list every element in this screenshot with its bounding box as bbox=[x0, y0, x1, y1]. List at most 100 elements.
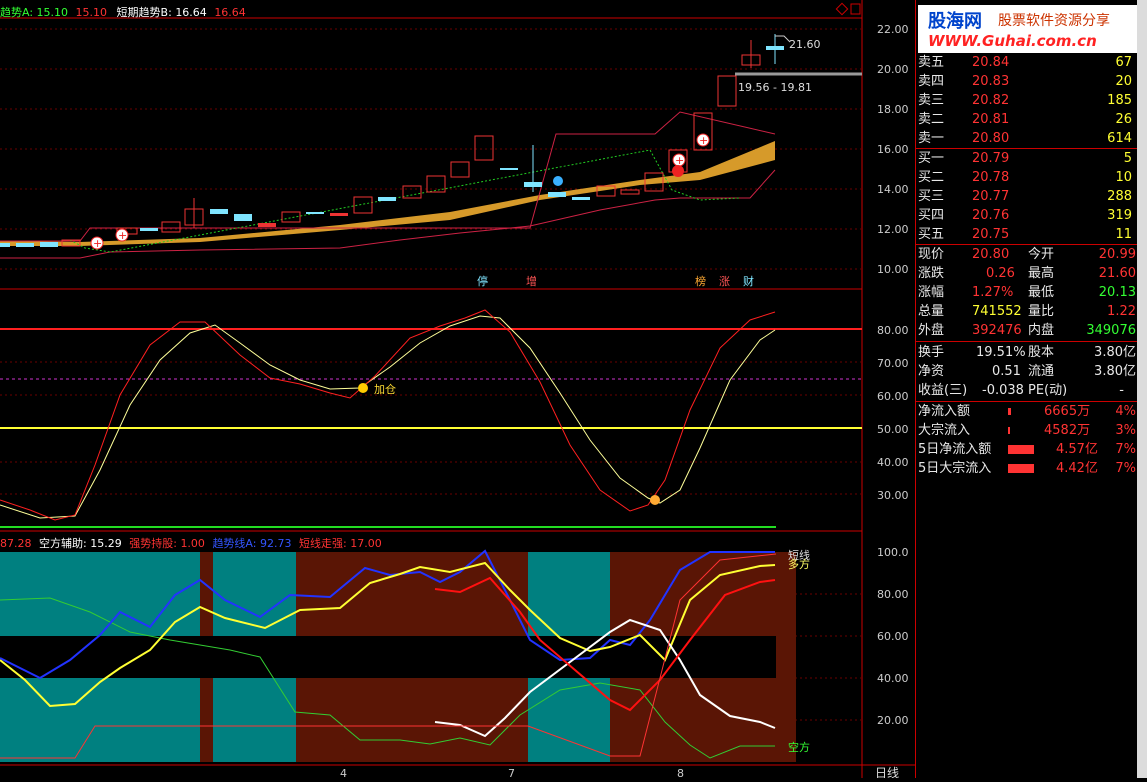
long-side-label: 多方 bbox=[788, 557, 810, 571]
svg-text:+: + bbox=[675, 154, 684, 167]
bid-label: 买四 bbox=[918, 208, 945, 223]
period-label[interactable]: 日线 bbox=[875, 766, 899, 780]
bid-row-2: 买二 20.78 10 bbox=[916, 168, 1138, 187]
ask-label: 卖三 bbox=[918, 93, 945, 108]
stat-value: 3.80亿 bbox=[1094, 364, 1136, 379]
svg-text:+: + bbox=[93, 237, 102, 250]
trend-ribbon bbox=[0, 141, 775, 246]
chart-svg[interactable]: 22.00 20.00 18.00 16.00 14.00 12.00 10.0… bbox=[0, 0, 915, 780]
bottom-tick: 60.00 bbox=[877, 630, 909, 643]
flow-row: 5日大宗流入 4.42亿 7% bbox=[916, 459, 1138, 478]
flow-row: 5日净流入额 4.57亿 7% bbox=[916, 440, 1138, 459]
ask-row-3: 卖三 20.82 185 bbox=[916, 91, 1138, 110]
bottom-v0: 87.28 bbox=[0, 537, 32, 550]
short-side-label: 空方 bbox=[788, 740, 810, 754]
bid-price: 20.76 bbox=[972, 208, 1010, 223]
stat-row: 现价 20.80 今开 20.99 bbox=[916, 245, 1138, 264]
ask-price: 20.81 bbox=[972, 112, 1010, 127]
guhai-logo: 股海网 股票软件资源分享 WWW.Guhai.com.cn bbox=[918, 5, 1137, 53]
flow-pct: 7% bbox=[1115, 461, 1136, 476]
ask-price: 20.80 bbox=[972, 131, 1010, 146]
flow-label: 5日大宗流入 bbox=[918, 461, 992, 476]
stat-label: 涨跌 bbox=[918, 266, 945, 281]
osc-signal-dot bbox=[650, 495, 660, 505]
stat-value: 3.80亿 bbox=[1094, 345, 1136, 360]
osc-tick: 60.00 bbox=[877, 390, 909, 403]
ask-label: 卖二 bbox=[918, 112, 945, 127]
ask-volume: 614 bbox=[1107, 131, 1132, 146]
price-tick: 10.00 bbox=[877, 263, 909, 276]
strong-hold-label: 强势持股: bbox=[129, 537, 177, 550]
quote-panel: 卖五 20.84 67 卖四 20.83 20 卖三 20.82 185 卖二 … bbox=[915, 0, 1138, 778]
short-strong-value: 17.00 bbox=[350, 537, 382, 550]
green-dotted bbox=[69, 149, 741, 253]
stat-row: 涨幅 1.27% 最低 20.13 bbox=[916, 283, 1138, 302]
price-tick: 20.00 bbox=[877, 63, 909, 76]
flow-value: 4.42亿 bbox=[1056, 461, 1098, 476]
osc-red-line bbox=[0, 309, 776, 521]
logo-url: WWW.Guhai.com.cn bbox=[928, 32, 1097, 50]
trend-b-value2: 16.64 bbox=[214, 6, 246, 19]
stat-value: 1.22 bbox=[1107, 304, 1136, 319]
stat-label: 流通 bbox=[1028, 364, 1055, 379]
stat-row: 涨跌 0.26 最高 21.60 bbox=[916, 264, 1138, 283]
stat-label: 股本 bbox=[1028, 345, 1055, 360]
ask-row-1: 卖一 20.80 614 bbox=[916, 129, 1138, 148]
flow-pct: 7% bbox=[1115, 442, 1136, 457]
event-marker: 榜 bbox=[695, 274, 706, 288]
ask-volume: 185 bbox=[1107, 93, 1132, 108]
bottom-indicator-header: 87.28 空方辅助: 15.29 强势持股: 1.00 趋势线A: 92.73… bbox=[0, 535, 382, 551]
ask-row-5: 卖五 20.84 67 bbox=[916, 53, 1138, 72]
price-tick: 12.00 bbox=[877, 223, 909, 236]
stat-label: 今开 bbox=[1028, 247, 1055, 262]
event-marker: 增 bbox=[526, 274, 537, 288]
event-marker: 停 bbox=[477, 274, 488, 288]
bid-volume: 11 bbox=[1115, 227, 1132, 242]
stat-value: 20.80 bbox=[972, 247, 1010, 262]
diamond-icon[interactable] bbox=[835, 2, 849, 16]
stat-value: 349076 bbox=[1086, 323, 1136, 338]
osc-tick: 70.00 bbox=[877, 357, 909, 370]
osc-axis: 80.00 70.00 60.00 50.00 40.00 30.00 bbox=[877, 324, 909, 502]
ask-row-2: 卖二 20.81 26 bbox=[916, 110, 1138, 129]
flow-bar bbox=[1008, 427, 1010, 434]
stat-label: PE(动) bbox=[1028, 383, 1068, 398]
ask-price: 20.82 bbox=[972, 93, 1010, 108]
logo-title: 股海网 bbox=[928, 11, 982, 32]
trend-line-label: 趋势线A: bbox=[212, 537, 257, 550]
bid-label: 买三 bbox=[918, 189, 945, 204]
candles bbox=[0, 34, 784, 247]
flow-pct: 4% bbox=[1115, 404, 1136, 419]
trend-line-value: 92.73 bbox=[259, 537, 292, 550]
stat-label: 换手 bbox=[918, 345, 945, 360]
flow-pct: 3% bbox=[1115, 423, 1136, 438]
flow-value: 4.57亿 bbox=[1056, 442, 1098, 457]
price-tick: 18.00 bbox=[877, 103, 909, 116]
stat2-row: 换手 19.51% 股本 3.80亿 bbox=[916, 343, 1138, 362]
bottom-tick: 80.00 bbox=[877, 588, 909, 601]
x-axis: 4 7 8 bbox=[340, 767, 684, 780]
stat-label: 总量 bbox=[918, 304, 945, 319]
bid-row-3: 买三 20.77 288 bbox=[916, 187, 1138, 206]
stat2-row: 收益(三) -0.038 PE(动) - bbox=[916, 381, 1138, 400]
ask-volume: 67 bbox=[1115, 55, 1132, 70]
logo-subtitle: 股票软件资源分享 bbox=[998, 13, 1110, 29]
bid-row-5: 买五 20.75 11 bbox=[916, 225, 1138, 244]
osc-tick: 80.00 bbox=[877, 324, 909, 337]
range-label: 19.56 - 19.81 bbox=[738, 81, 812, 94]
chart-area[interactable]: 22.00 20.00 18.00 16.00 14.00 12.00 10.0… bbox=[0, 0, 915, 780]
stat-value: 19.51% bbox=[976, 345, 1026, 360]
window-icon[interactable] bbox=[850, 3, 861, 15]
right-toolbar-strip[interactable] bbox=[1137, 0, 1147, 778]
flow-label: 5日净流入额 bbox=[918, 442, 992, 457]
flow-bar bbox=[1008, 408, 1011, 415]
bottom-tick: 100.0 bbox=[877, 546, 909, 559]
stat2-row: 净资 0.51 流通 3.80亿 bbox=[916, 362, 1138, 381]
stat-value: 21.60 bbox=[1098, 266, 1136, 281]
bottom-tick: 20.00 bbox=[877, 714, 909, 727]
stat-value: 392476 bbox=[972, 323, 1022, 338]
stat-label: 收益(三) bbox=[918, 383, 968, 398]
event-markers: 停 增 榜 涨 财 bbox=[477, 274, 754, 288]
svg-text:+: + bbox=[118, 229, 127, 242]
strong-hold-value: 1.00 bbox=[180, 537, 205, 550]
